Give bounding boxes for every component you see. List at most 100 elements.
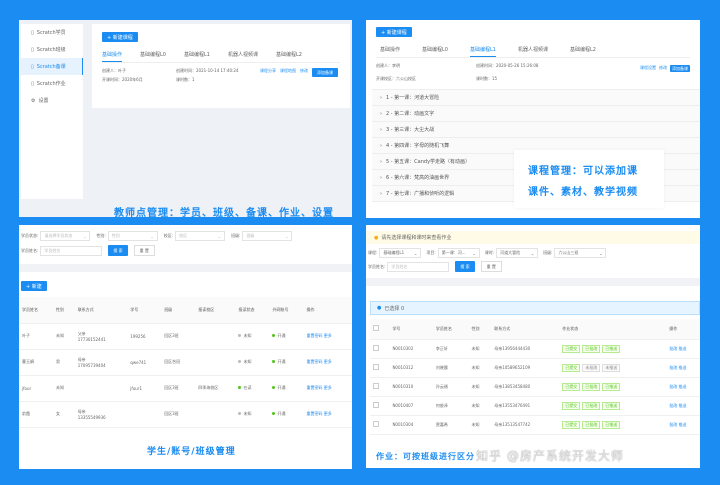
sidebar-item[interactable]: ▯ Scratch班级 (21, 41, 83, 58)
id: N0010312 (389, 358, 433, 378)
row-select[interactable] (370, 377, 390, 397)
new-course-button[interactable]: + 新建课程 (376, 27, 412, 37)
chevron-right-icon: › (380, 126, 382, 133)
checkbox[interactable] (373, 364, 379, 370)
account-dot (272, 412, 276, 415)
row-select[interactable] (370, 358, 390, 378)
reset-password-link[interactable]: 重置密码 (307, 359, 323, 364)
checkbox[interactable] (373, 421, 379, 427)
column-header: 操作 (666, 319, 700, 340)
reset-password-link[interactable]: 重置密码 (307, 411, 323, 416)
campus-placeholder: 校区 (179, 233, 188, 238)
course-select[interactable]: 基础编程L1 ⌄ (379, 248, 422, 258)
search-button[interactable]: 搜 索 (455, 261, 475, 272)
reset-button[interactable]: 重 置 (133, 245, 155, 256)
edit-link[interactable]: 修改 (300, 68, 308, 74)
column-header: 学号 (389, 319, 433, 340)
tab[interactable]: 基础编程L2 (276, 48, 302, 62)
divider (366, 278, 700, 286)
checkbox[interactable] (373, 383, 379, 389)
push-link[interactable]: 推送 (679, 365, 687, 370)
row-select[interactable] (370, 339, 390, 359)
share-link[interactable]: 课程分享 (260, 68, 276, 74)
more-link[interactable]: 更多 (324, 411, 332, 416)
row-select[interactable] (370, 396, 390, 416)
column-header: 报读状态 (235, 297, 270, 324)
student-name: 曹玉娟 (19, 349, 54, 376)
grade-link[interactable]: 批改 (669, 365, 677, 370)
push-link[interactable]: 推送 (679, 384, 687, 389)
push-link[interactable]: 推送 (679, 346, 687, 351)
column-header: 性别 (468, 319, 492, 340)
tab[interactable]: 基础操作 (102, 48, 123, 62)
student-name: 叶子 (19, 323, 54, 350)
table-row: N0010302 李正轩 未知 母亲13956444430 已提交 已批改 已推送 批改 推送 (370, 339, 700, 359)
checkbox[interactable] (373, 402, 379, 408)
lesson-item[interactable]: › 1 - 第一课：河道大冒险 (372, 90, 700, 106)
tab[interactable]: 机器人视频课 (228, 48, 258, 62)
homework-status: 已提交 已批改 已推送 (559, 377, 667, 397)
contact: 母亲13553476491 (491, 396, 560, 416)
grade-link[interactable]: 批改 (669, 422, 677, 427)
lesson-select[interactable]: 河道大冒险 ⌄ (496, 248, 539, 258)
lesson-item[interactable]: › 3 - 第三课：大尘大战 (372, 122, 700, 138)
course-settings-link[interactable]: 课程设置 (640, 65, 656, 71)
grade-link[interactable]: 批改 (669, 384, 677, 389)
sidebar-item[interactable]: ▯ Scratch学员 (21, 24, 83, 41)
row-select[interactable] (370, 415, 390, 435)
sidebar-item[interactable]: ⚙ 设置 (21, 92, 83, 109)
checkbox[interactable] (373, 325, 379, 332)
gender: 未知 (468, 396, 492, 416)
tab[interactable]: 基础编程L0 (140, 48, 166, 62)
name-input[interactable]: 学员姓名 (40, 245, 103, 256)
new-student-button[interactable]: + 新建 (21, 281, 47, 291)
course-tabs: 基础操作 基础编程L0 基础编程L1 机器人视频课 基础编程L2 (102, 48, 340, 63)
more-link[interactable]: 更多 (324, 359, 332, 364)
select-all[interactable] (370, 319, 390, 340)
class-value: 六公山三班 (558, 250, 579, 255)
name-input[interactable]: 学员姓名 (387, 261, 450, 272)
contact-phone: 17730152441 (77, 336, 106, 342)
campus-select[interactable]: 校区 ⌄ (175, 231, 226, 241)
status-select[interactable]: 请选择学员状态 ⌄ (40, 231, 91, 241)
caption-line-1: 课程管理：可以添加课 (528, 166, 638, 177)
gender-select[interactable]: 性别 ⌄ (107, 231, 158, 241)
reset-password-link[interactable]: 重置密码 (307, 385, 323, 390)
account-text: 开通 (277, 385, 286, 390)
tab[interactable]: 基础编程L2 (570, 43, 596, 57)
tab[interactable]: 基础编程L0 (422, 43, 448, 57)
tab[interactable]: 机器人视频课 (518, 43, 548, 57)
reset-button[interactable]: 重 置 (480, 261, 502, 272)
chapter-select[interactable]: 第一课：河... ⌄ (437, 248, 480, 258)
search-button[interactable]: 搜 索 (108, 245, 128, 256)
contact-phone: 17095739404 (77, 362, 106, 368)
add-prep-button[interactable]: 添加备课 (670, 65, 690, 72)
tab[interactable]: 基础编程L1 (184, 48, 210, 62)
sidebar-item[interactable]: ▯ Scratch作业 (21, 75, 83, 92)
push-link[interactable]: 推送 (679, 403, 687, 408)
contact: 母亲10589652109 (491, 358, 560, 378)
more-link[interactable]: 更多 (324, 385, 332, 390)
new-course-button[interactable]: + 新建课程 (102, 32, 138, 42)
column-header: 操作 (303, 297, 352, 324)
push-link[interactable]: 推送 (679, 422, 687, 427)
tab[interactable]: 基础操作 (380, 43, 400, 57)
actions: 批改 推送 (666, 415, 700, 435)
map-link[interactable]: 课程地图 (280, 68, 296, 74)
sidebar-item[interactable]: ▯ Scratch备课 (21, 58, 83, 75)
reset-password-link[interactable]: 重置密码 (307, 333, 323, 338)
gender: 未知 (53, 375, 75, 402)
grade-link[interactable]: 批改 (669, 403, 677, 408)
more-link[interactable]: 更多 (324, 333, 332, 338)
edit-link[interactable]: 修改 (659, 65, 667, 71)
add-prep-button[interactable]: 添加备课 (312, 68, 338, 77)
name-label: 学员姓名: (21, 247, 39, 253)
class-select[interactable]: 班级 ⌄ (242, 231, 293, 241)
checkbox[interactable] (373, 345, 379, 351)
tab[interactable]: 基础编程L1 (469, 43, 496, 57)
class-select[interactable]: 六公山三班 ⌄ (554, 248, 607, 258)
id (127, 401, 162, 428)
lesson-item[interactable]: › 2 - 第二课：动画文字 (372, 106, 700, 122)
class-placeholder: 班级 (246, 233, 255, 238)
grade-link[interactable]: 批改 (669, 346, 677, 351)
